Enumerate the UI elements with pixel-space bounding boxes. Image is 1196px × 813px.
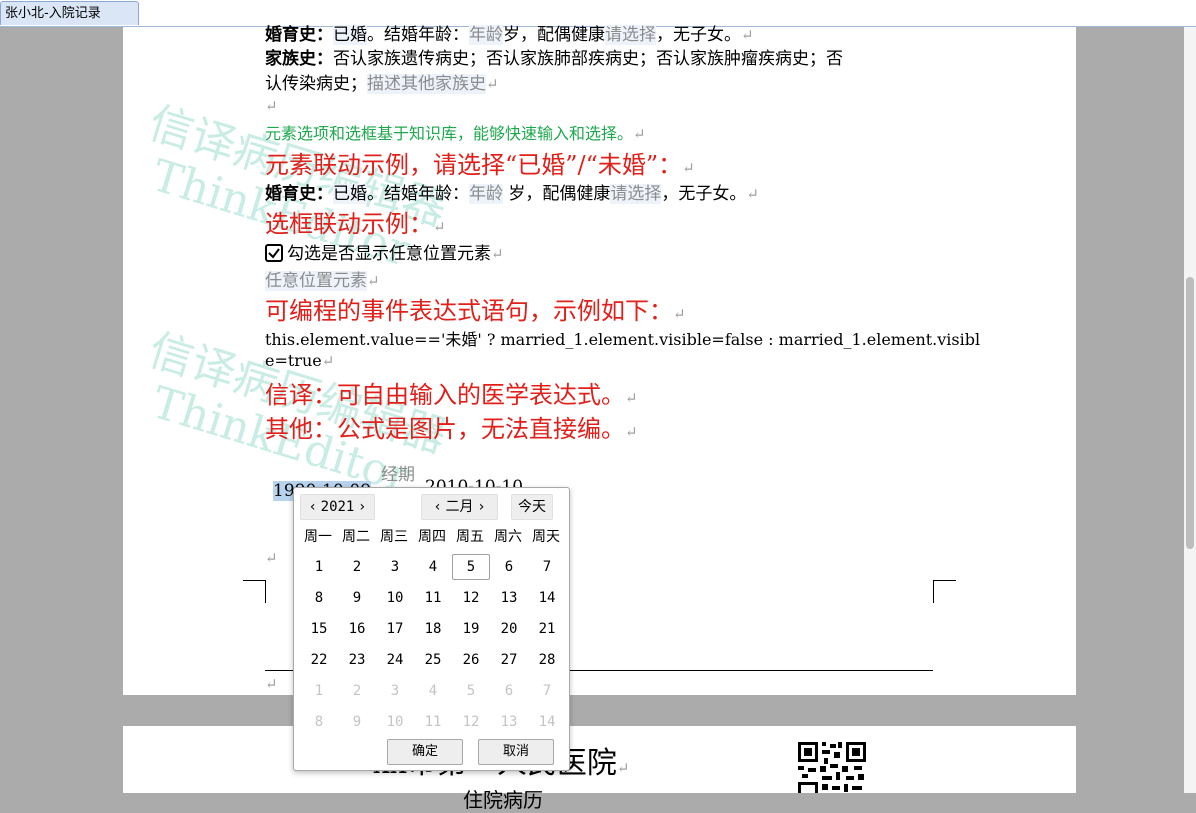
calendar-day[interactable]: 26: [452, 647, 490, 673]
any-position-element-line: 任意位置元素↵: [265, 271, 380, 291]
calendar-day[interactable]: 21: [528, 616, 566, 642]
expression-line-1: this.element.value=='未婚' ? married_1.ele…: [265, 330, 981, 349]
tab-admission-record[interactable]: 张小北-入院记录: [0, 1, 139, 25]
spouse-health-field[interactable]: 请选择: [605, 25, 656, 45]
prev-year-button[interactable]: ‹: [305, 495, 321, 519]
calendar-day[interactable]: 12: [452, 585, 490, 611]
calendar-day[interactable]: 11: [414, 709, 452, 735]
calendar-day[interactable]: 8: [300, 585, 338, 611]
calendar-day[interactable]: 1: [300, 678, 338, 704]
scrollbar-thumb[interactable]: [1186, 277, 1194, 549]
record-type-title: 住院病历: [463, 788, 543, 812]
calendar-day[interactable]: 8: [300, 709, 338, 735]
document-page-2: xx市第一人民医院↵ 住院病历: [123, 726, 1076, 812]
expression-line-2: e=true↵: [265, 351, 335, 370]
calendar-day[interactable]: 24: [376, 647, 414, 673]
calendar-day[interactable]: 5: [452, 678, 490, 704]
period-label: 经期: [381, 465, 415, 485]
vertical-scrollbar[interactable]: [1184, 27, 1196, 793]
crop-mark: [243, 580, 266, 603]
calendar-day[interactable]: 18: [414, 616, 452, 642]
calendar-day[interactable]: 13: [490, 709, 528, 735]
red-heading-checkbox: 选框联动示例：↵: [265, 210, 446, 238]
confirm-button[interactable]: 确定: [387, 739, 463, 765]
marriage-history-line-2: 婚育史：已婚。结婚年龄：年龄 岁，配偶健康请选择，无子女。↵: [265, 184, 759, 204]
family-history-line: 家族史：否认家族遗传病史；否认家族肺部疾病史；否认家族肿瘤疾病史；否: [265, 49, 843, 69]
calendar-day[interactable]: 2: [338, 678, 376, 704]
paragraph-mark: ↵: [265, 675, 278, 693]
green-note: 元素选项和选框基于知识库，能够快速输入和选择。↵: [265, 124, 646, 143]
weekday-label: 周一: [304, 529, 332, 545]
weekday-label: 周六: [494, 529, 522, 545]
weekday-label: 周五: [456, 529, 484, 545]
paragraph-mark: ↵: [265, 549, 278, 567]
calendar-day[interactable]: 17: [376, 616, 414, 642]
calendar-day[interactable]: 19: [452, 616, 490, 642]
calendar-day[interactable]: 6: [490, 554, 528, 580]
any-position-element-field[interactable]: 任意位置元素: [265, 271, 367, 291]
calendar-day[interactable]: 7: [528, 554, 566, 580]
other-family-history-field[interactable]: 描述其他家族史: [367, 74, 486, 94]
next-month-button[interactable]: ›: [474, 495, 490, 519]
calendar-day[interactable]: 10: [376, 585, 414, 611]
month-selector: ‹ 二月 ›: [421, 494, 498, 520]
calendar-day[interactable]: 7: [528, 678, 566, 704]
calendar-day[interactable]: 3: [376, 554, 414, 580]
calendar-day[interactable]: 10: [376, 709, 414, 735]
red-heading-linkage: 元素联动示例，请选择“已婚”/“未婚”：↵: [265, 151, 695, 179]
calendar-day[interactable]: 2: [338, 554, 376, 580]
calendar-day[interactable]: 15: [300, 616, 338, 642]
weekday-label: 周四: [418, 529, 446, 545]
red-heading-other: 其他：公式是图片，无法直接编。↵: [265, 415, 638, 443]
calendar-day[interactable]: 13: [490, 585, 528, 611]
marriage-age-field[interactable]: 年龄: [469, 25, 503, 45]
marriage-status-field-2[interactable]: 已婚: [333, 184, 367, 204]
calendar-day[interactable]: 14: [528, 585, 566, 611]
calendar-day[interactable]: 6: [490, 678, 528, 704]
calendar-day[interactable]: 3: [376, 678, 414, 704]
calendar-day[interactable]: 5: [452, 554, 490, 580]
marriage-status-field[interactable]: 已婚: [333, 25, 367, 45]
calendar-day[interactable]: 14: [528, 709, 566, 735]
weekday-label: 周天: [532, 529, 560, 545]
calendar-day[interactable]: 28: [528, 647, 566, 673]
calendar-day[interactable]: 16: [338, 616, 376, 642]
calendar-day[interactable]: 4: [414, 554, 452, 580]
qr-code-icon: [798, 742, 866, 793]
calendar-day[interactable]: 25: [414, 647, 452, 673]
prev-month-button[interactable]: ‹: [430, 495, 446, 519]
spouse-health-field-2[interactable]: 请选择: [610, 184, 662, 204]
marriage-age-field-2[interactable]: 年龄: [469, 184, 503, 204]
today-button[interactable]: 今天: [511, 494, 553, 520]
calendar-day[interactable]: 9: [338, 709, 376, 735]
weekday-label: 周三: [380, 529, 408, 545]
calendar-day[interactable]: 4: [414, 678, 452, 704]
calendar-day[interactable]: 1: [300, 554, 338, 580]
checkbox-checked-icon[interactable]: [265, 244, 283, 262]
calendar-day[interactable]: 23: [338, 647, 376, 673]
calendar-day[interactable]: 9: [338, 585, 376, 611]
next-year-button[interactable]: ›: [354, 495, 370, 519]
calendar-day[interactable]: 11: [414, 585, 452, 611]
year-selector: ‹ 2021 ›: [300, 494, 375, 520]
marriage-history-line: 婚育史：已婚。结婚年龄：年龄岁，配偶健康请选择，无子女。↵: [265, 25, 754, 45]
calendar-day[interactable]: 27: [490, 647, 528, 673]
date-picker-popup: ‹ 2021 › ‹ 二月 › 今天 周一 周二 周三 周四 周五 周六 周天 1234567891…: [293, 487, 570, 771]
red-heading-expression: 可编程的事件表达式语句，示例如下：↵: [265, 297, 686, 325]
calendar-day[interactable]: 12: [452, 709, 490, 735]
document-page: 信译病历编辑器 ThinkEditor 信译病历编辑器 ThinkEditor …: [123, 25, 1076, 695]
calendar-day[interactable]: 22: [300, 647, 338, 673]
weekday-label: 周二: [342, 529, 370, 545]
crop-mark: [933, 580, 956, 603]
paragraph-mark: ↵: [265, 97, 278, 115]
family-history-line-2: 认传染病史；描述其他家族史↵: [265, 74, 499, 94]
red-heading-medical-formula: 信译：可自由输入的医学表达式。↵: [265, 381, 638, 409]
checkbox-line: 勾选是否显示任意位置元素↵: [265, 239, 504, 264]
cancel-button[interactable]: 取消: [478, 739, 554, 765]
calendar-day[interactable]: 20: [490, 616, 528, 642]
